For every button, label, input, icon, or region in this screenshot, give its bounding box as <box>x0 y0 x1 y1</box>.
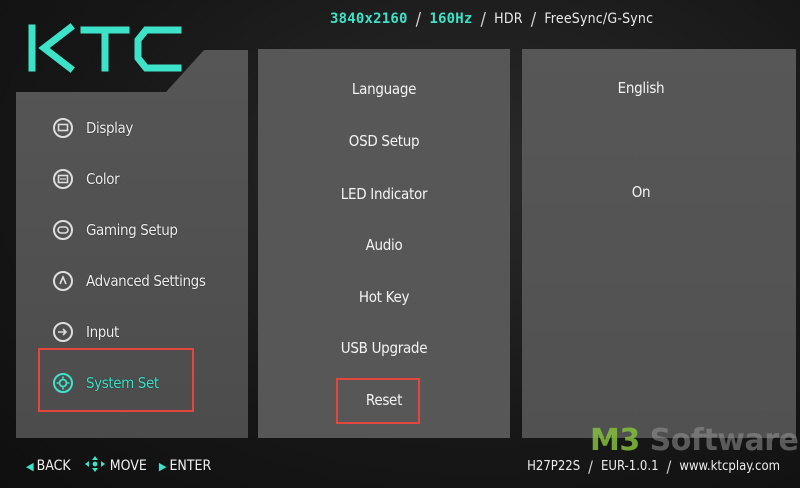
menu-item-label: Input <box>86 323 119 341</box>
submenu-label: USB Upgrade <box>340 339 428 357</box>
resolution-text: 3840x2160 <box>330 11 408 27</box>
reset-highlight <box>336 378 420 424</box>
menu-item-input[interactable]: Input <box>16 312 248 352</box>
advanced-settings-icon <box>52 270 74 292</box>
value-panel <box>522 49 796 438</box>
gaming-icon <box>52 219 74 241</box>
submenu-label: LED Indicator <box>340 185 428 203</box>
arrow-left-icon: ◀ <box>26 459 34 473</box>
menu-item-display[interactable]: Display <box>16 108 248 148</box>
watermark-prefix: M3 <box>590 423 640 458</box>
submenu-item-audio[interactable]: Audio <box>258 230 510 260</box>
led-indicator-value: On <box>631 183 651 201</box>
watermark-suffix: Software <box>639 423 799 458</box>
separator: / <box>530 8 537 30</box>
submenu-item-usb-upgrade[interactable]: USB Upgrade <box>258 333 510 363</box>
separator: / <box>415 8 422 30</box>
separator: / <box>588 456 593 476</box>
selected-menu-highlight <box>38 348 194 412</box>
enter-hint: ▶ ENTER <box>159 458 211 474</box>
sync-text: FreeSync/G-Sync <box>544 11 654 27</box>
submenu-label: Hot Key <box>358 288 410 306</box>
menu-item-gaming-setup[interactable]: Gaming Setup <box>16 210 248 250</box>
model-number: H27P22S <box>527 458 581 474</box>
input-icon <box>52 321 74 343</box>
arrow-right-icon: ▶ <box>158 459 167 473</box>
firmware-version: EUR-1.0.1 <box>601 458 659 474</box>
device-info: H27P22S / EUR-1.0.1 / www.ktcplay.com <box>527 456 780 476</box>
move-label: MOVE <box>109 458 147 474</box>
move-hint: MOVE <box>83 455 147 477</box>
menu-item-label: Gaming Setup <box>86 221 178 239</box>
website-text: www.ktcplay.com <box>679 458 780 474</box>
color-icon <box>52 168 74 190</box>
separator: / <box>480 8 487 30</box>
menu-item-label: Advanced Settings <box>86 272 206 290</box>
display-icon <box>52 117 74 139</box>
dpad-icon <box>83 455 107 477</box>
hdr-text: HDR <box>494 11 523 27</box>
back-hint: ◀ BACK <box>26 458 71 474</box>
m3-software-watermark: M3 Software <box>590 423 799 459</box>
ktc-logo <box>28 23 182 73</box>
signal-status-bar: 3840x2160 / 160Hz / HDR / FreeSync/G-Syn… <box>330 8 654 30</box>
menu-item-label: Display <box>86 119 133 137</box>
menu-item-advanced-settings[interactable]: Advanced Settings <box>16 261 248 301</box>
submenu-label: Audio <box>365 236 403 254</box>
monitor-osd-screen: 3840x2160 / 160Hz / HDR / FreeSync/G-Syn… <box>0 0 800 488</box>
enter-label: ENTER <box>169 458 212 474</box>
back-label: BACK <box>36 458 71 474</box>
key-guide: ◀ BACK MOVE ▶ ENTER <box>26 456 211 476</box>
refresh-rate-text: 160Hz <box>429 11 473 27</box>
submenu-item-language[interactable]: Language <box>258 74 510 104</box>
submenu-item-osd-setup[interactable]: OSD Setup <box>258 126 510 156</box>
submenu-item-hot-key[interactable]: Hot Key <box>258 282 510 312</box>
menu-item-label: Color <box>86 170 120 188</box>
language-value: English <box>617 79 665 97</box>
menu-item-color[interactable]: Color <box>16 159 248 199</box>
submenu-label: Language <box>351 80 417 98</box>
submenu-label: OSD Setup <box>348 132 420 150</box>
submenu-item-led-indicator[interactable]: LED Indicator <box>258 179 510 209</box>
separator: / <box>666 456 672 476</box>
